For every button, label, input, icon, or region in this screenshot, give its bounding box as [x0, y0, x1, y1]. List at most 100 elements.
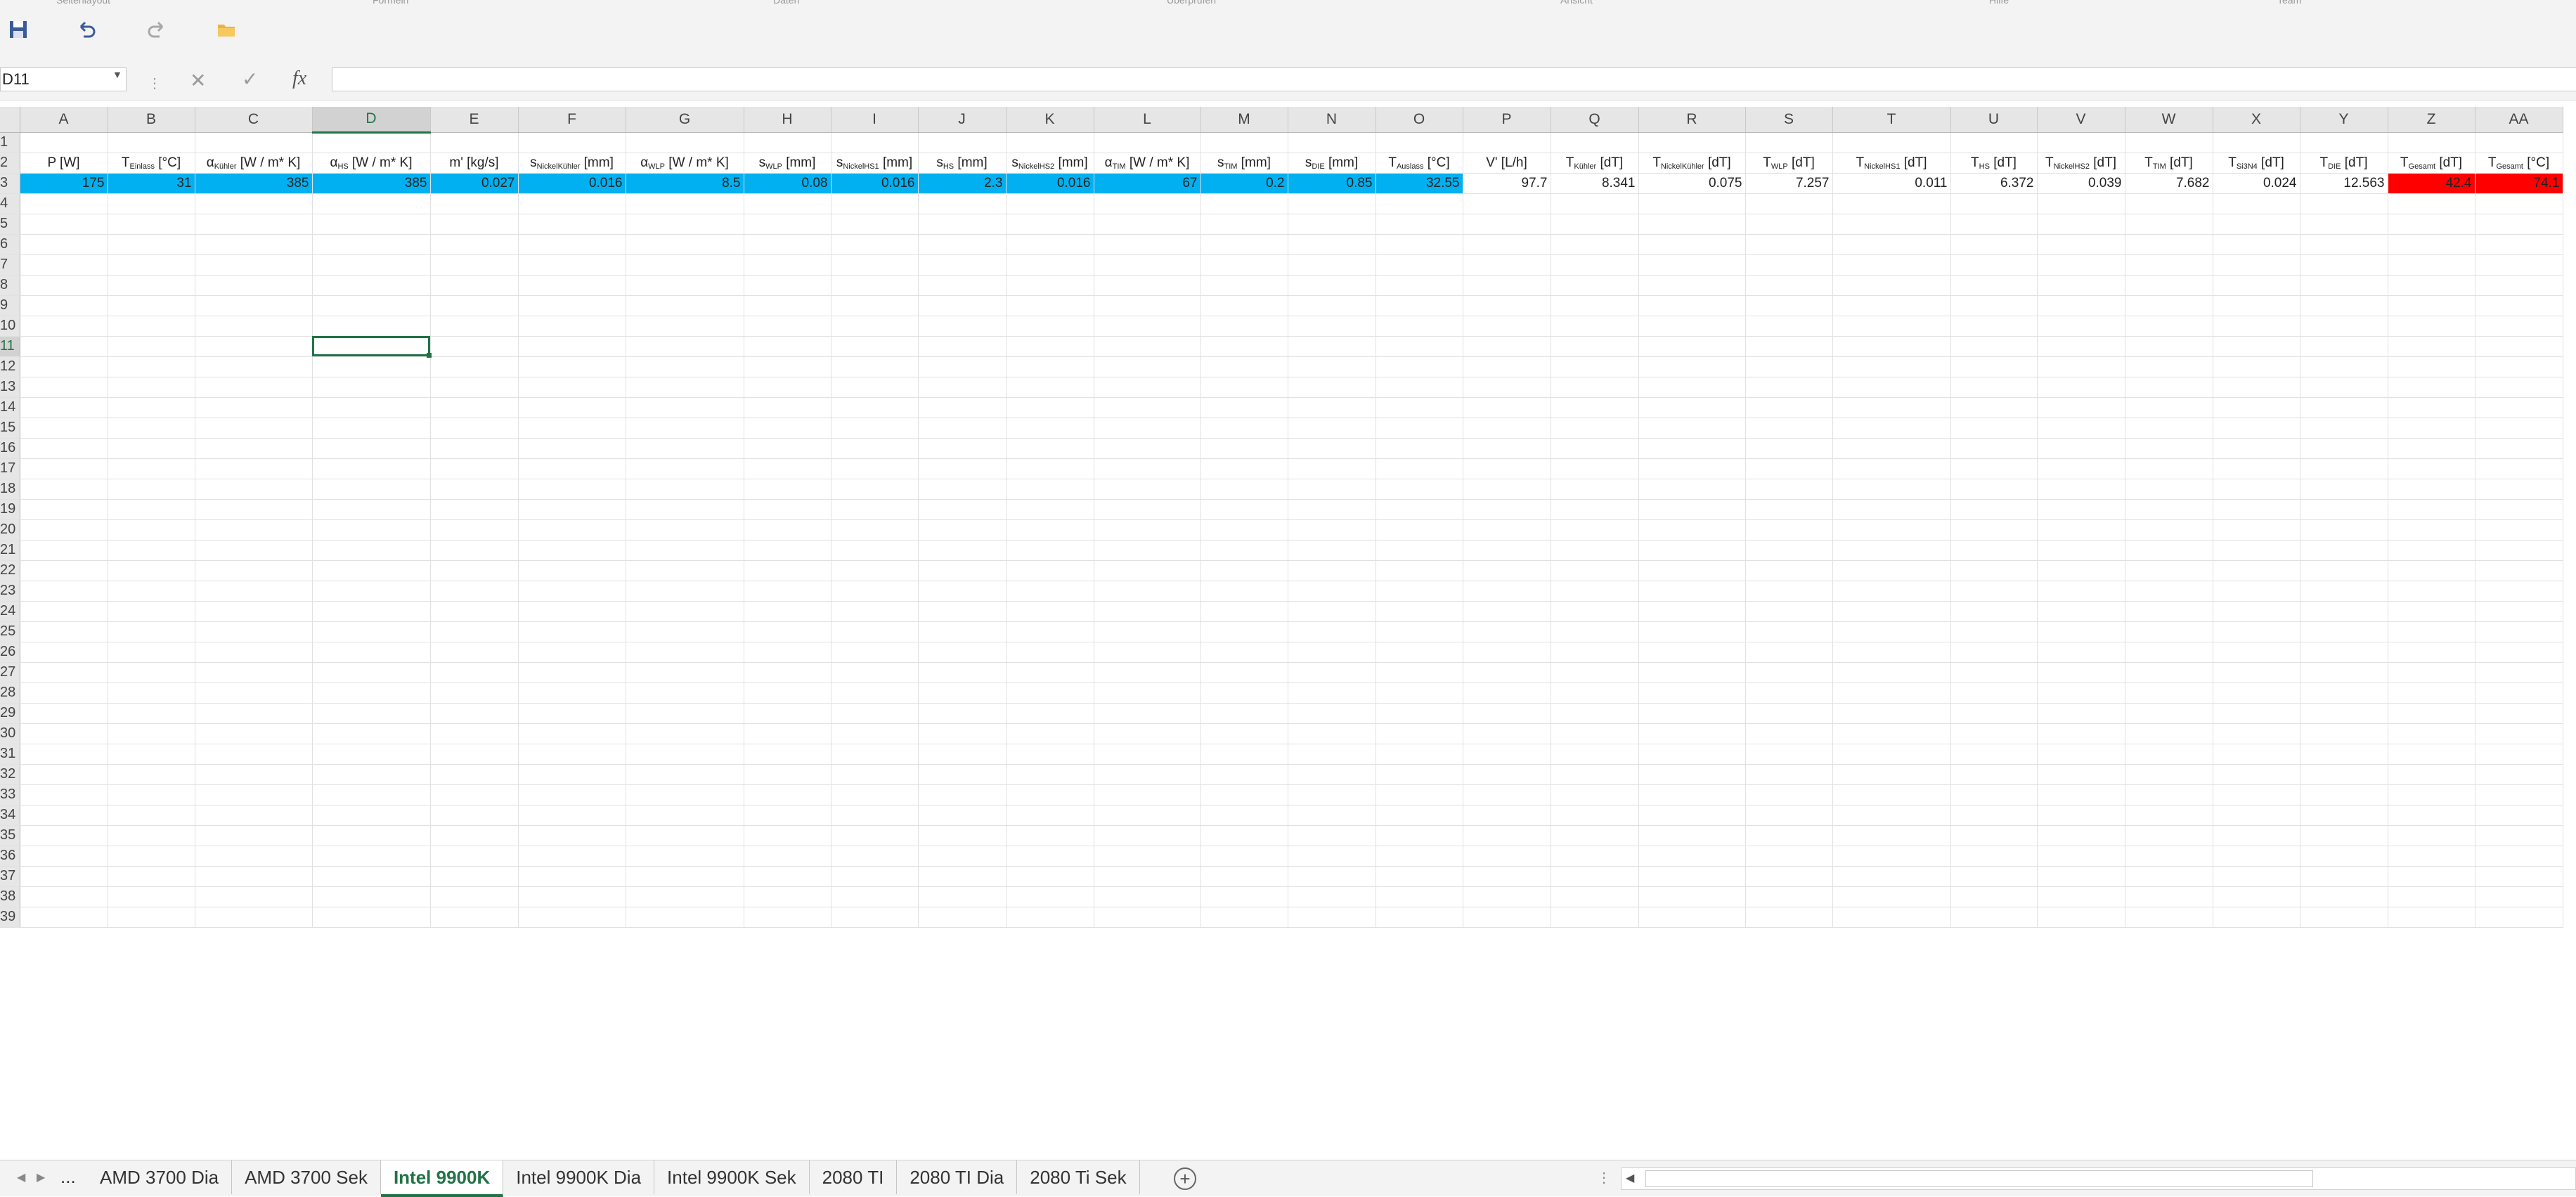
cell[interactable] — [430, 642, 519, 663]
cell[interactable] — [1551, 377, 1639, 398]
cell[interactable] — [2125, 723, 2213, 744]
cell[interactable] — [312, 784, 431, 805]
cell[interactable] — [1950, 601, 2038, 622]
cell[interactable] — [2475, 254, 2563, 276]
cell[interactable] — [1288, 254, 1376, 276]
cell[interactable] — [831, 744, 919, 765]
cell[interactable] — [1638, 234, 1746, 255]
cell[interactable] — [2300, 479, 2388, 500]
cell[interactable] — [1832, 846, 1951, 867]
cell[interactable] — [831, 377, 919, 398]
scroll-tabs-right-icon[interactable]: ▶ — [37, 1170, 45, 1184]
column-header[interactable]: N — [1288, 107, 1376, 133]
cell[interactable] — [626, 621, 744, 642]
cell[interactable] — [20, 316, 108, 337]
cell[interactable] — [1950, 723, 2038, 744]
cell[interactable] — [2125, 682, 2213, 704]
cell[interactable] — [831, 438, 919, 459]
cell[interactable] — [2475, 642, 2563, 663]
cell[interactable] — [2213, 723, 2300, 744]
cell[interactable] — [20, 784, 108, 805]
cell[interactable] — [430, 295, 519, 316]
header-cell[interactable]: TWLP [dT] — [1745, 153, 1833, 174]
value-cell[interactable]: 0.2 — [1200, 173, 1288, 194]
cell[interactable] — [20, 723, 108, 744]
cell[interactable] — [1094, 601, 1201, 622]
value-cell[interactable]: 0.011 — [1832, 173, 1951, 194]
cell[interactable] — [1376, 336, 1463, 357]
cell[interactable] — [2037, 642, 2125, 663]
row-header[interactable]: 23 — [0, 581, 20, 602]
cell[interactable] — [2125, 581, 2213, 602]
cell[interactable] — [2475, 723, 2563, 744]
cell[interactable] — [1832, 825, 1951, 846]
row-header[interactable]: 1 — [0, 132, 20, 153]
cell[interactable] — [518, 356, 626, 377]
cell[interactable] — [312, 886, 431, 907]
cell[interactable] — [1551, 642, 1639, 663]
cell[interactable] — [518, 682, 626, 704]
cell[interactable] — [2388, 825, 2475, 846]
cell[interactable] — [1638, 275, 1746, 296]
cell[interactable] — [2213, 295, 2300, 316]
cell[interactable] — [1463, 642, 1551, 663]
cell[interactable] — [831, 499, 919, 520]
cell[interactable] — [1950, 703, 2038, 724]
column-header[interactable]: D — [312, 107, 431, 134]
cell[interactable] — [1288, 764, 1376, 785]
cell[interactable] — [518, 234, 626, 255]
cell[interactable] — [430, 682, 519, 704]
cell[interactable] — [20, 519, 108, 541]
cell[interactable] — [20, 805, 108, 826]
cell[interactable] — [20, 682, 108, 704]
cell[interactable] — [626, 682, 744, 704]
cell[interactable] — [108, 682, 195, 704]
cell[interactable] — [1288, 825, 1376, 846]
cell[interactable] — [1950, 275, 2038, 296]
cell[interactable] — [1094, 397, 1201, 418]
cell[interactable] — [1200, 254, 1288, 276]
cell[interactable] — [2037, 886, 2125, 907]
cell[interactable] — [1638, 438, 1746, 459]
cell[interactable] — [2388, 295, 2475, 316]
cell[interactable] — [2125, 846, 2213, 867]
cell[interactable] — [1288, 642, 1376, 663]
cell[interactable] — [2037, 356, 2125, 377]
cell[interactable] — [20, 193, 108, 214]
cell[interactable] — [2213, 825, 2300, 846]
cell[interactable] — [2037, 703, 2125, 724]
cell[interactable] — [918, 560, 1007, 581]
cell[interactable] — [1463, 275, 1551, 296]
cell[interactable] — [2388, 703, 2475, 724]
cell[interactable] — [108, 723, 195, 744]
cell[interactable] — [108, 560, 195, 581]
cell[interactable] — [1638, 356, 1746, 377]
row-header[interactable]: 15 — [0, 418, 20, 439]
cell[interactable] — [518, 519, 626, 541]
cell[interactable] — [108, 886, 195, 907]
cell[interactable] — [744, 581, 831, 602]
cell[interactable] — [744, 519, 831, 541]
cell[interactable] — [1745, 825, 1833, 846]
cell[interactable] — [2037, 275, 2125, 296]
cell[interactable] — [2213, 581, 2300, 602]
cell[interactable] — [518, 784, 626, 805]
column-header[interactable]: AA — [2475, 107, 2563, 133]
cell[interactable] — [1745, 397, 1833, 418]
cell[interactable] — [744, 642, 831, 663]
cell[interactable] — [2300, 682, 2388, 704]
cell[interactable] — [918, 377, 1007, 398]
cell[interactable] — [744, 886, 831, 907]
cell[interactable] — [1638, 703, 1746, 724]
cell[interactable] — [2475, 295, 2563, 316]
cell[interactable] — [2037, 723, 2125, 744]
cell[interactable] — [1950, 540, 2038, 561]
cell[interactable] — [2388, 336, 2475, 357]
cell[interactable] — [1376, 438, 1463, 459]
cell[interactable] — [1551, 703, 1639, 724]
cell[interactable] — [1288, 499, 1376, 520]
cell[interactable] — [831, 764, 919, 785]
cell[interactable] — [1832, 682, 1951, 704]
value-cell[interactable]: 0.039 — [2037, 173, 2125, 194]
cell[interactable] — [430, 356, 519, 377]
